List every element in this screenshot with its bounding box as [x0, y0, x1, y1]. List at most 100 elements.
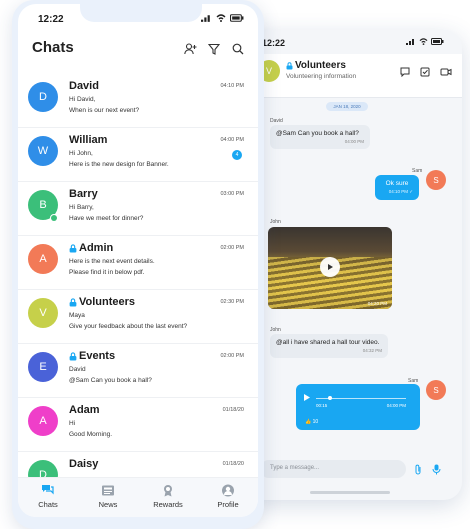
- tab-rewards[interactable]: Rewards: [138, 484, 198, 509]
- signal-icon: [201, 15, 210, 22]
- avatar: E: [28, 352, 58, 382]
- search-icon[interactable]: [232, 42, 244, 55]
- message-time: 04:10 PM ✓: [388, 189, 413, 194]
- home-indicator: [310, 491, 390, 494]
- message-time: 04:32 PM: [362, 348, 382, 353]
- lock-icon: [286, 61, 293, 69]
- group-subtitle: Volunteering information: [286, 73, 357, 80]
- tab-profile[interactable]: Profile: [198, 484, 258, 509]
- audio-scrubber[interactable]: [328, 396, 332, 400]
- chat-time: 02:00 PM: [220, 245, 244, 251]
- status-time: 12:22: [38, 14, 64, 25]
- page-title: Chats: [32, 39, 74, 56]
- video-camera-icon[interactable]: [440, 64, 452, 76]
- battery-icon: [431, 38, 444, 45]
- message-input[interactable]: Type a message...: [260, 460, 406, 478]
- chat-time: 02:00 PM: [220, 353, 244, 359]
- group-name: Volunteers: [295, 60, 346, 71]
- chat-list-item[interactable]: B Barry Hi Barry, Have we meet for dinner? 0…: [18, 182, 258, 236]
- chat-name: Daisy: [69, 458, 98, 470]
- chat-preview-line2: Give your feedback about the last event?: [69, 323, 188, 330]
- phone-notch: [80, 4, 202, 22]
- status-bar: 12:22: [262, 38, 444, 50]
- chat-preview-line1: Hi David,: [69, 96, 96, 103]
- chat-name-text: Daisy: [69, 458, 99, 470]
- sender-avatar: S: [426, 170, 446, 190]
- outgoing-message[interactable]: Ok sure 04:10 PM ✓: [375, 175, 419, 200]
- video-message[interactable]: 04:20 PM: [268, 227, 392, 309]
- chat-preview-line1: David: [69, 366, 86, 373]
- avatar: A: [28, 406, 58, 436]
- message-time: 04:00 PM: [386, 403, 406, 408]
- chat-list-item[interactable]: W William Hi John, Here is the new design f…: [18, 128, 258, 182]
- tab-label: News: [98, 500, 118, 509]
- play-icon[interactable]: [320, 257, 340, 277]
- chat-preview-line2: @Sam Can you book a hall?: [69, 377, 152, 384]
- chat-preview-line1: Hi: [69, 420, 76, 427]
- chat-list-item[interactable]: A Adam Hi Good Morning. 01/18/20: [18, 398, 258, 452]
- chat-time: 01/18/20: [222, 461, 244, 467]
- chat-list-item[interactable]: V Volunteers Maya Give your feedback about …: [18, 290, 258, 344]
- reaction-count[interactable]: 👍 10: [305, 419, 318, 425]
- chat-preview-line1: Hi Barry,: [69, 204, 94, 211]
- message-sender: John: [270, 327, 281, 333]
- conversation-header: V Volunteers Volunteering information: [240, 54, 462, 98]
- chat-time: 02:30 PM: [220, 299, 244, 305]
- message-text: @Sam Can you book a hall?: [276, 130, 359, 137]
- chats-icon: [41, 484, 55, 497]
- chat-time: 04:10 PM: [220, 83, 244, 89]
- date-separator: JAN 18, 2020: [326, 102, 368, 111]
- chat-preview-line1: Hi John,: [69, 150, 93, 157]
- add-user-icon[interactable]: [184, 42, 197, 55]
- message-text: @all i have shared a hall tour video.: [276, 339, 380, 346]
- chat-list-item[interactable]: A Admin Here is the next event details. Ple…: [18, 236, 258, 290]
- message-text: Ok sure: [385, 180, 409, 187]
- tab-news[interactable]: News: [78, 484, 138, 509]
- chat-name: William: [69, 134, 107, 146]
- chat-name-text: Adam: [69, 404, 100, 416]
- chat-name-text: Volunteers: [79, 296, 136, 308]
- avatar: V: [28, 298, 58, 328]
- chat-bubble-icon[interactable]: [400, 64, 410, 78]
- checkbox-icon[interactable]: [420, 64, 430, 77]
- chat-name-text: David: [69, 80, 99, 92]
- signal-icon: [406, 39, 414, 45]
- chat-name-text: Barry: [69, 188, 98, 200]
- incoming-message[interactable]: @Sam Can you book a hall? 04:00 PM: [270, 125, 370, 149]
- filter-icon[interactable]: [207, 42, 221, 55]
- unread-badge: 4: [232, 150, 242, 160]
- chat-time: 03:00 PM: [220, 191, 244, 197]
- avatar: D: [28, 82, 58, 112]
- chat-list-item[interactable]: D David Hi David, When is our next event? 04…: [18, 74, 258, 128]
- chat-time: 04:00 PM: [220, 137, 244, 143]
- chat-list-item[interactable]: E Events David @Sam Can you book a hall? 02:…: [18, 344, 258, 398]
- chat-preview-line2: Please find it in below pdf.: [69, 269, 145, 276]
- attachment-icon[interactable]: [414, 464, 423, 475]
- group-title[interactable]: Volunteers: [286, 60, 346, 71]
- play-icon[interactable]: [303, 393, 311, 402]
- profile-icon: [221, 484, 235, 497]
- chat-preview-line1: Maya: [69, 312, 85, 319]
- audio-message[interactable]: 00:15 04:00 PM 👍 10: [296, 384, 420, 430]
- status-icons: [406, 38, 444, 45]
- message-sender: Sam: [412, 168, 423, 174]
- incoming-message[interactable]: @all i have shared a hall tour video. 04…: [270, 334, 388, 358]
- sender-avatar: S: [426, 380, 446, 400]
- chat-name: David: [69, 80, 99, 92]
- lock-icon: [69, 351, 77, 360]
- status-icons: [201, 14, 244, 22]
- chat-preview-line2: Here is the new design for Banner.: [69, 161, 169, 168]
- tab-label: Profile: [217, 500, 239, 509]
- avatar: W: [28, 136, 58, 166]
- lock-icon: [69, 297, 77, 306]
- rewards-icon: [161, 484, 175, 497]
- avatar: A: [28, 244, 58, 274]
- message-time: 04:00 PM: [344, 139, 364, 144]
- tab-chats[interactable]: Chats: [18, 484, 78, 509]
- microphone-icon[interactable]: [432, 464, 441, 475]
- chat-preview-line2: Good Morning.: [69, 431, 112, 438]
- chat-preview-line2: Have we meet for dinner?: [69, 215, 144, 222]
- chat-name: Events: [69, 350, 115, 362]
- chat-time: 01/18/20: [222, 407, 244, 413]
- chat-name: Adam: [69, 404, 100, 416]
